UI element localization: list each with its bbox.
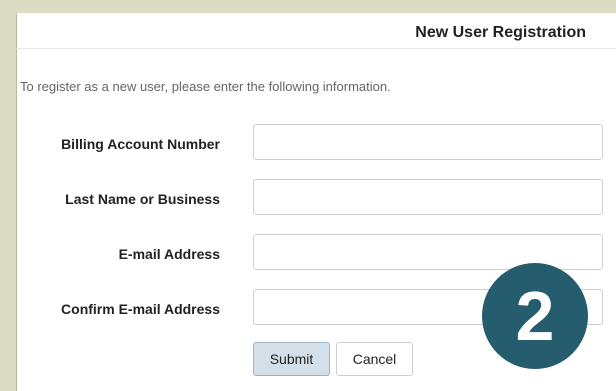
last-name-label: Last Name or Business bbox=[65, 191, 220, 207]
billing-account-input[interactable] bbox=[253, 124, 603, 160]
cancel-button[interactable]: Cancel bbox=[336, 342, 413, 376]
billing-account-label: Billing Account Number bbox=[61, 136, 220, 152]
submit-button[interactable]: Submit bbox=[253, 342, 330, 376]
billing-account-row: Billing Account Number bbox=[16, 124, 616, 164]
header-bar: New User Registration bbox=[16, 13, 616, 49]
intro-text: To register as a new user, please enter … bbox=[20, 79, 391, 94]
confirm-email-label: Confirm E-mail Address bbox=[61, 301, 220, 317]
email-label: E-mail Address bbox=[118, 246, 220, 262]
last-name-input[interactable] bbox=[253, 179, 603, 215]
step-number-badge: 2 bbox=[482, 263, 588, 369]
page-title: New User Registration bbox=[415, 24, 586, 41]
last-name-row: Last Name or Business bbox=[16, 179, 616, 219]
